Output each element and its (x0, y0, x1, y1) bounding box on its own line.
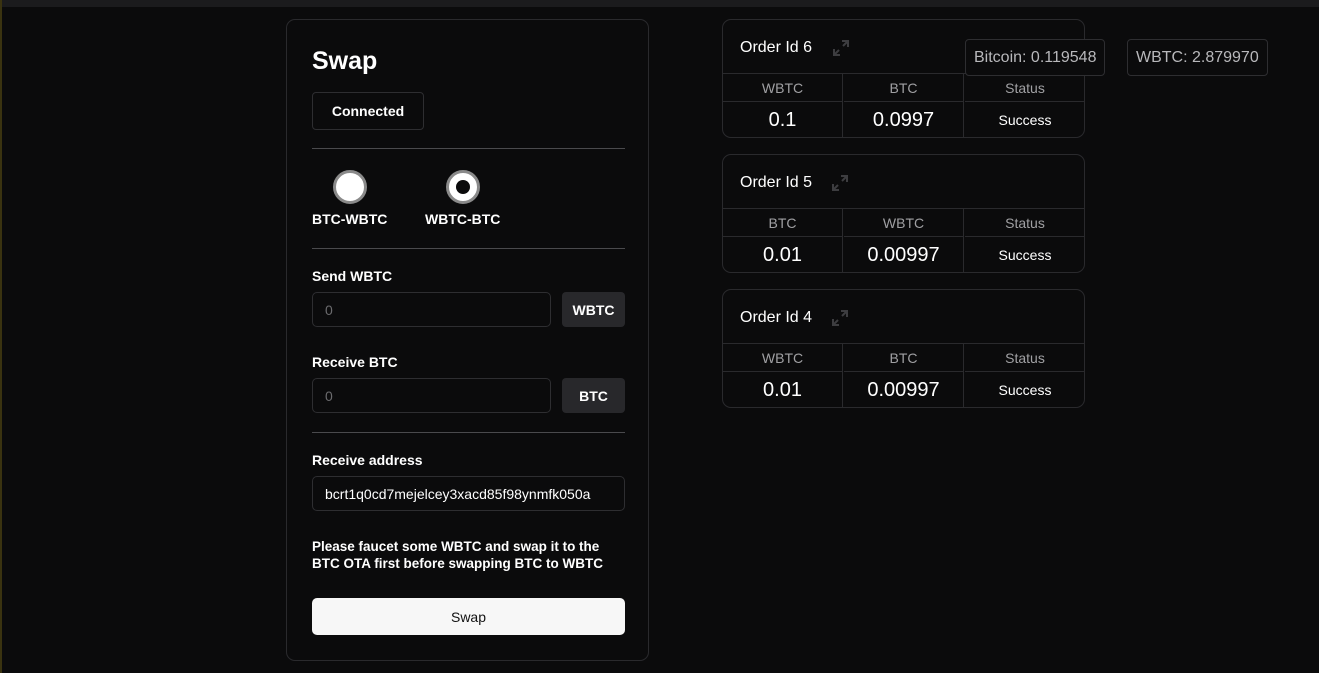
order-header: Order Id 4 (723, 290, 1084, 344)
order-status: Success (998, 112, 1052, 128)
order-table: WBTC BTC Status 0.01 0.00997 Success (723, 344, 1084, 407)
divider (312, 248, 625, 249)
divider (312, 432, 625, 433)
faucet-note: Please faucet some WBTC and swap it to t… (312, 539, 603, 571)
window-left-edge (0, 0, 2, 673)
order-table: BTC WBTC Status 0.01 0.00997 Success (723, 209, 1084, 272)
order-send-amount: 0.01 (723, 237, 843, 272)
order-title: Order Id 5 (740, 174, 813, 191)
expand-arrows-icon[interactable] (832, 39, 850, 57)
order-card: Order Id 5 BTC WBTC Status 0.01 0.00997 … (722, 154, 1085, 273)
order-send-amount: 0.01 (723, 372, 843, 407)
order-receive-amount: 0.00997 (844, 372, 964, 407)
address-label: Receive address (312, 452, 423, 468)
radio-label: WBTC-BTC (425, 211, 501, 227)
order-card: Order Id 6 WBTC BTC Status 0.1 0.0997 Su… (722, 19, 1085, 138)
swap-title: Swap (312, 47, 378, 75)
swap-panel: Swap Connected BTC-WBTC WBTC-BTC Send WB… (286, 19, 649, 661)
order-col-header: Status (965, 74, 1084, 102)
receive-address-input[interactable] (312, 476, 625, 511)
send-label: Send WBTC (312, 268, 393, 284)
order-receive-amount: 0.0997 (844, 102, 964, 137)
receive-label: Receive BTC (312, 354, 398, 370)
divider (312, 148, 625, 149)
order-col-header: BTC (844, 74, 964, 102)
order-status: Success (998, 247, 1052, 263)
radio-wbtc-btc[interactable]: WBTC-BTC (425, 170, 500, 227)
wbtc-balance-badge: WBTC: 2.879970 (1127, 39, 1268, 76)
radio-selected-icon[interactable] (445, 170, 480, 204)
send-amount-input[interactable] (312, 292, 551, 327)
order-header: Order Id 5 (723, 155, 1084, 209)
order-col-header: BTC (723, 209, 843, 237)
radio-btc-wbtc[interactable]: BTC-WBTC (312, 170, 387, 227)
radio-dot (455, 180, 470, 194)
order-receive-amount: 0.00997 (844, 237, 964, 272)
receive-unit-button[interactable]: BTC (562, 378, 625, 413)
expand-arrows-icon[interactable] (831, 309, 849, 327)
order-col-header: BTC (844, 344, 964, 372)
window-top-bar (0, 0, 1319, 7)
order-table: WBTC BTC Status 0.1 0.0997 Success (723, 74, 1084, 137)
order-title: Order Id 4 (740, 309, 813, 326)
connected-button[interactable]: Connected (312, 92, 424, 130)
order-col-header: WBTC (723, 74, 843, 102)
order-col-header: WBTC (844, 209, 964, 237)
radio-unselected-icon[interactable] (332, 170, 367, 204)
send-unit-button[interactable]: WBTC (562, 292, 625, 327)
receive-amount-input[interactable] (312, 378, 551, 413)
bitcoin-balance-badge: Bitcoin: 0.119548 (965, 39, 1106, 76)
expand-arrows-icon[interactable] (831, 174, 849, 192)
order-card: Order Id 4 WBTC BTC Status 0.01 0.00997 … (722, 289, 1085, 408)
radio-label: BTC-WBTC (312, 211, 388, 227)
order-col-header: Status (965, 209, 1084, 237)
swap-button[interactable]: Swap (312, 598, 625, 635)
order-col-header: WBTC (723, 344, 843, 372)
order-col-header: Status (965, 344, 1084, 372)
order-send-amount: 0.1 (723, 102, 843, 137)
order-status: Success (998, 382, 1052, 398)
order-title: Order Id 6 (740, 39, 813, 56)
